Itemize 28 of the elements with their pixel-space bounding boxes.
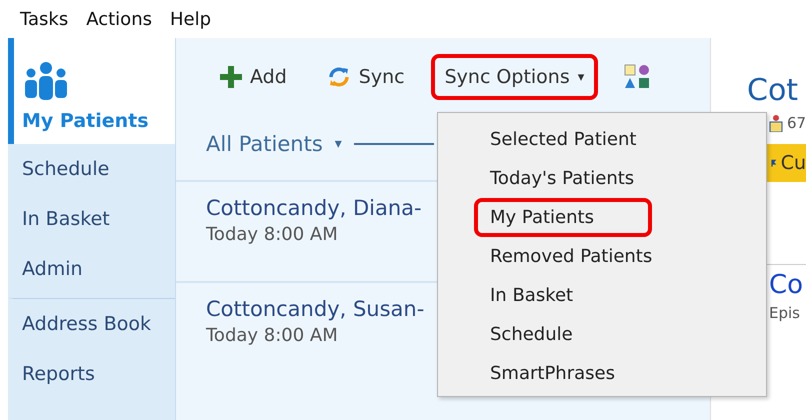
patient-name[interactable]: Cottoncandy, Susan- [206, 297, 424, 321]
appointment-time: Today 8:00 AM [206, 325, 338, 346]
filter-dropdown[interactable]: All Patients ▾ [206, 132, 342, 156]
patient-title: Cot [747, 76, 798, 106]
card-title: Co [769, 271, 804, 300]
sidebar-item[interactable]: In Basket [8, 194, 175, 244]
sync-options-button[interactable]: Sync Options ▾ [430, 54, 598, 100]
sidebar-item[interactable]: Address Book [8, 298, 175, 349]
menu-option[interactable]: In Basket [474, 276, 590, 315]
menu-option[interactable]: Selected Patient [474, 120, 652, 159]
menu-option[interactable]: SmartPhrases [474, 354, 631, 393]
menu-option[interactable]: Removed Patients [474, 237, 668, 276]
patient-name[interactable]: Cottoncandy, Diana- [206, 196, 422, 220]
sidebar-item[interactable]: Reports [8, 349, 175, 399]
sidebar-item[interactable]: My Patients [8, 38, 175, 144]
menu-item[interactable]: Tasks [20, 8, 68, 30]
menu-item[interactable]: Actions [86, 8, 152, 30]
sync-button[interactable]: Sync [312, 54, 419, 100]
appointment-time: Today 8:00 AM [206, 224, 338, 245]
add-button[interactable]: Add [206, 54, 301, 100]
menu-option[interactable]: My Patients [474, 198, 652, 237]
menu-item[interactable]: Help [170, 8, 212, 30]
card-subtitle: Epis [769, 304, 800, 322]
patient-age: 67 [787, 114, 806, 132]
sidebar-item[interactable]: Schedule [8, 144, 175, 194]
menu-option[interactable]: Today's Patients [474, 159, 650, 198]
sidebar-item[interactable]: Admin [8, 244, 175, 294]
menu-option[interactable]: Schedule [474, 315, 589, 354]
